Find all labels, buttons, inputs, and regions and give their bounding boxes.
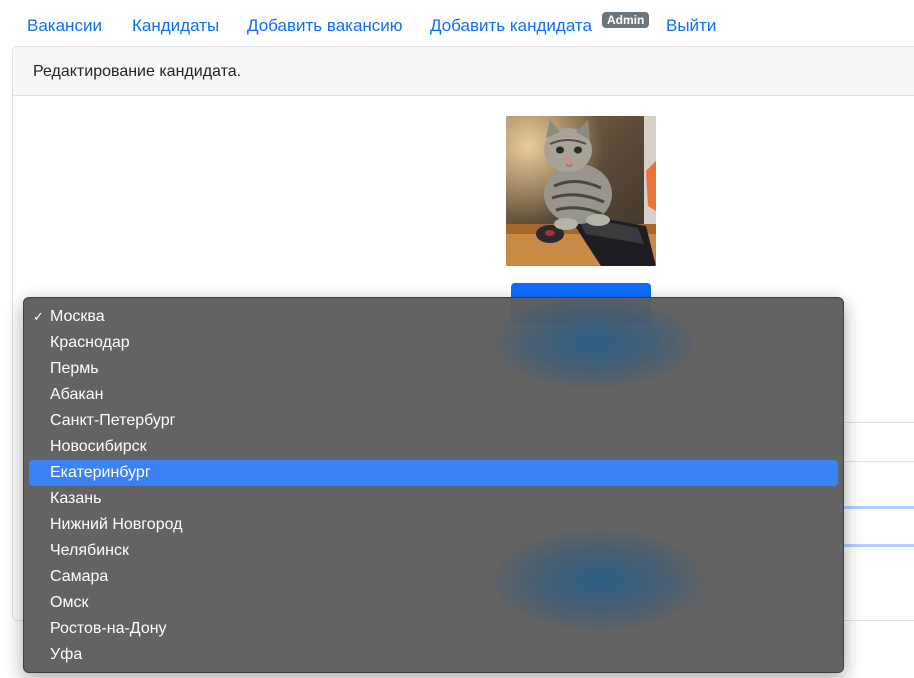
form-divider [843, 422, 914, 423]
nav-link-candidates[interactable]: Кандидаты [132, 16, 219, 36]
city-option[interactable]: Казань [29, 486, 838, 512]
city-select-dropdown[interactable]: ✓ Москва Краснодар Пермь Абакан Санкт-Пе… [23, 297, 844, 673]
nav-link-add-vacancy[interactable]: Добавить вакансию [247, 16, 403, 36]
nav-link-add-candidate[interactable]: Добавить кандидата [430, 16, 592, 36]
nav-link-vacancies[interactable]: Вакансии [27, 16, 102, 36]
city-option[interactable]: Челябинск [29, 538, 838, 564]
candidate-photo [506, 116, 656, 266]
city-option[interactable]: Санкт-Петербург [29, 408, 838, 434]
card-header: Редактирование кандидата. [13, 47, 914, 96]
city-option-highlighted[interactable]: Екатеринбург [29, 460, 838, 486]
input-focus-outline [843, 506, 914, 509]
city-option[interactable]: Уфа [29, 642, 838, 668]
city-option[interactable]: Омск [29, 590, 838, 616]
city-option[interactable]: Новосибирск [29, 434, 838, 460]
input-focus-outline [843, 544, 914, 547]
city-option[interactable]: Абакан [29, 382, 838, 408]
form-divider [843, 461, 914, 462]
cat-photo-icon [506, 116, 656, 266]
nav-link-logout[interactable]: Выйти [666, 16, 716, 36]
city-option[interactable]: Ростов-на-Дону [29, 616, 838, 642]
city-option[interactable]: Самара [29, 564, 838, 590]
city-option[interactable]: ✓ Москва [29, 304, 838, 330]
admin-badge: Admin [602, 12, 650, 28]
city-option[interactable]: Нижний Новгород [29, 512, 838, 538]
checkmark-icon: ✓ [33, 309, 44, 324]
top-navbar: Вакансии Кандидаты Добавить вакансию Доб… [0, 0, 914, 46]
city-option[interactable]: Пермь [29, 356, 838, 382]
city-option[interactable]: Краснодар [29, 330, 838, 356]
